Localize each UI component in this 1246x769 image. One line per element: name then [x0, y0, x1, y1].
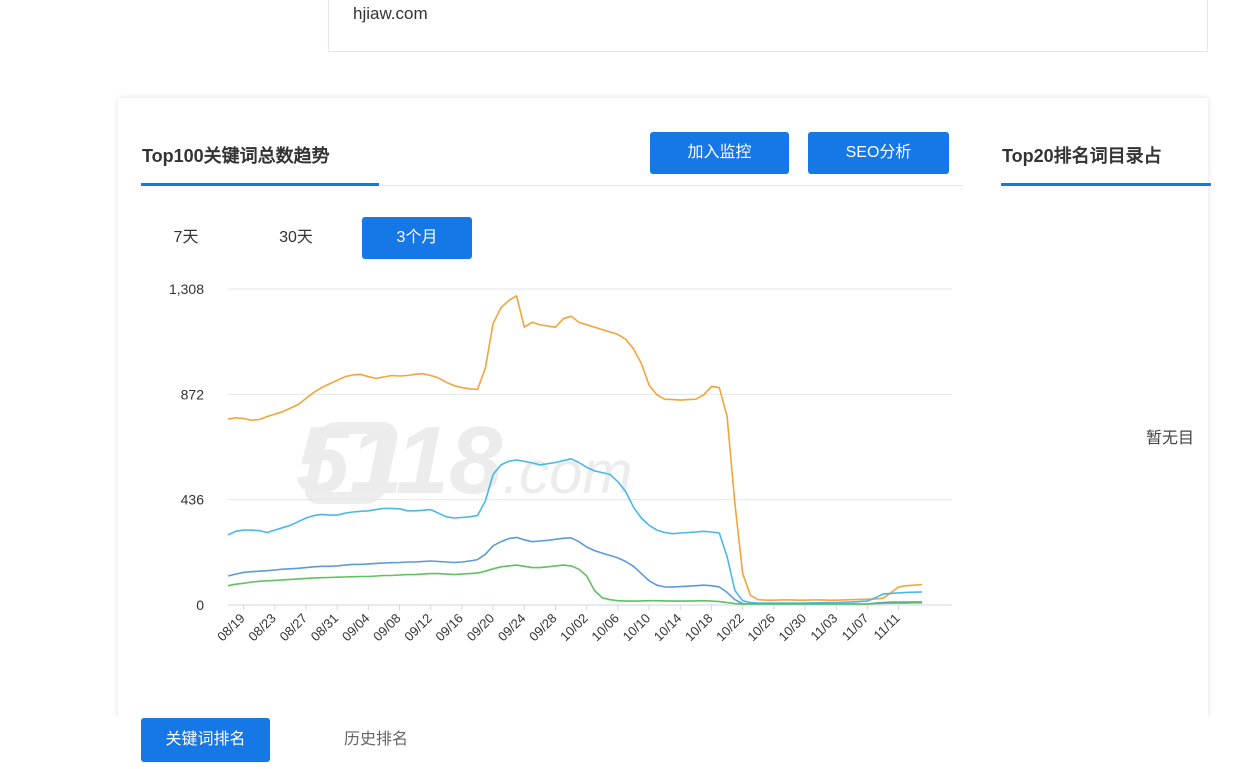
x-tick-label: 09/28 [526, 611, 560, 645]
x-tick-label: 08/23 [245, 611, 279, 645]
x-tick-label: 10/02 [557, 611, 591, 645]
panel-title: Top100关键词总数趋势 [142, 146, 330, 166]
y-tick-label: 1,308 [169, 281, 204, 297]
x-tick-label: 11/07 [839, 611, 872, 644]
domain-text: hjiaw.com [353, 4, 428, 23]
x-tick-label: 09/08 [370, 611, 404, 645]
x-tick-label: 08/19 [214, 611, 248, 645]
series-line [227, 458, 923, 604]
trend-panel: Top100关键词总数趋势 加入监控 SEO分析 Top20排名词目录占 暂无目… [118, 98, 1211, 718]
range-30-days-button[interactable]: 30天 [256, 217, 336, 259]
add-monitor-button[interactable]: 加入监控 [650, 132, 789, 174]
range-7-days-button[interactable]: 7天 [154, 217, 218, 259]
no-data-text: 暂无目 [1146, 430, 1195, 447]
seo-analysis-button[interactable]: SEO分析 [808, 132, 949, 174]
x-tick-label: 10/06 [588, 611, 622, 645]
series-line [227, 564, 922, 605]
x-tick-label: 08/31 [308, 611, 342, 645]
series-line [227, 536, 922, 605]
x-tick-label: 10/10 [620, 611, 654, 645]
x-tick-label: 10/22 [713, 611, 747, 645]
rank-tab-bar: 关键词排名 历史排名 [0, 718, 1246, 769]
right-title-underline [1001, 183, 1211, 186]
y-tick-label: 0 [196, 597, 204, 613]
x-tick-label: 09/16 [432, 611, 466, 645]
range-3-months-button[interactable]: 3个月 [362, 217, 472, 259]
x-tick-label: 10/14 [651, 611, 685, 645]
x-tick-label: 09/04 [339, 611, 373, 645]
series-line [227, 294, 923, 602]
x-tick-label: 08/27 [276, 611, 310, 645]
title-underline [141, 183, 379, 186]
y-tick-label: 436 [181, 492, 205, 508]
tab-keyword-rank[interactable]: 关键词排名 [141, 718, 270, 762]
x-tick-label: 10/30 [776, 611, 810, 645]
right-panel-title: Top20排名词目录占 [1002, 146, 1162, 166]
x-tick-label: 10/26 [744, 611, 778, 645]
title-separator [380, 185, 963, 186]
x-tick-label: 10/18 [682, 611, 716, 645]
domain-search-box[interactable]: hjiaw.com [328, 0, 1208, 52]
y-tick-label: 872 [181, 386, 205, 402]
x-tick-label: 09/24 [495, 611, 529, 645]
x-tick-label: 09/12 [401, 611, 435, 645]
tab-history-rank[interactable]: 历史排名 [310, 718, 442, 762]
keyword-trend-chart: 04368721,30808/1908/2308/2708/3109/0409/… [169, 281, 952, 645]
x-tick-label: 11/11 [870, 611, 902, 643]
x-tick-label: 11/03 [807, 611, 840, 644]
x-tick-label: 09/20 [464, 611, 498, 645]
